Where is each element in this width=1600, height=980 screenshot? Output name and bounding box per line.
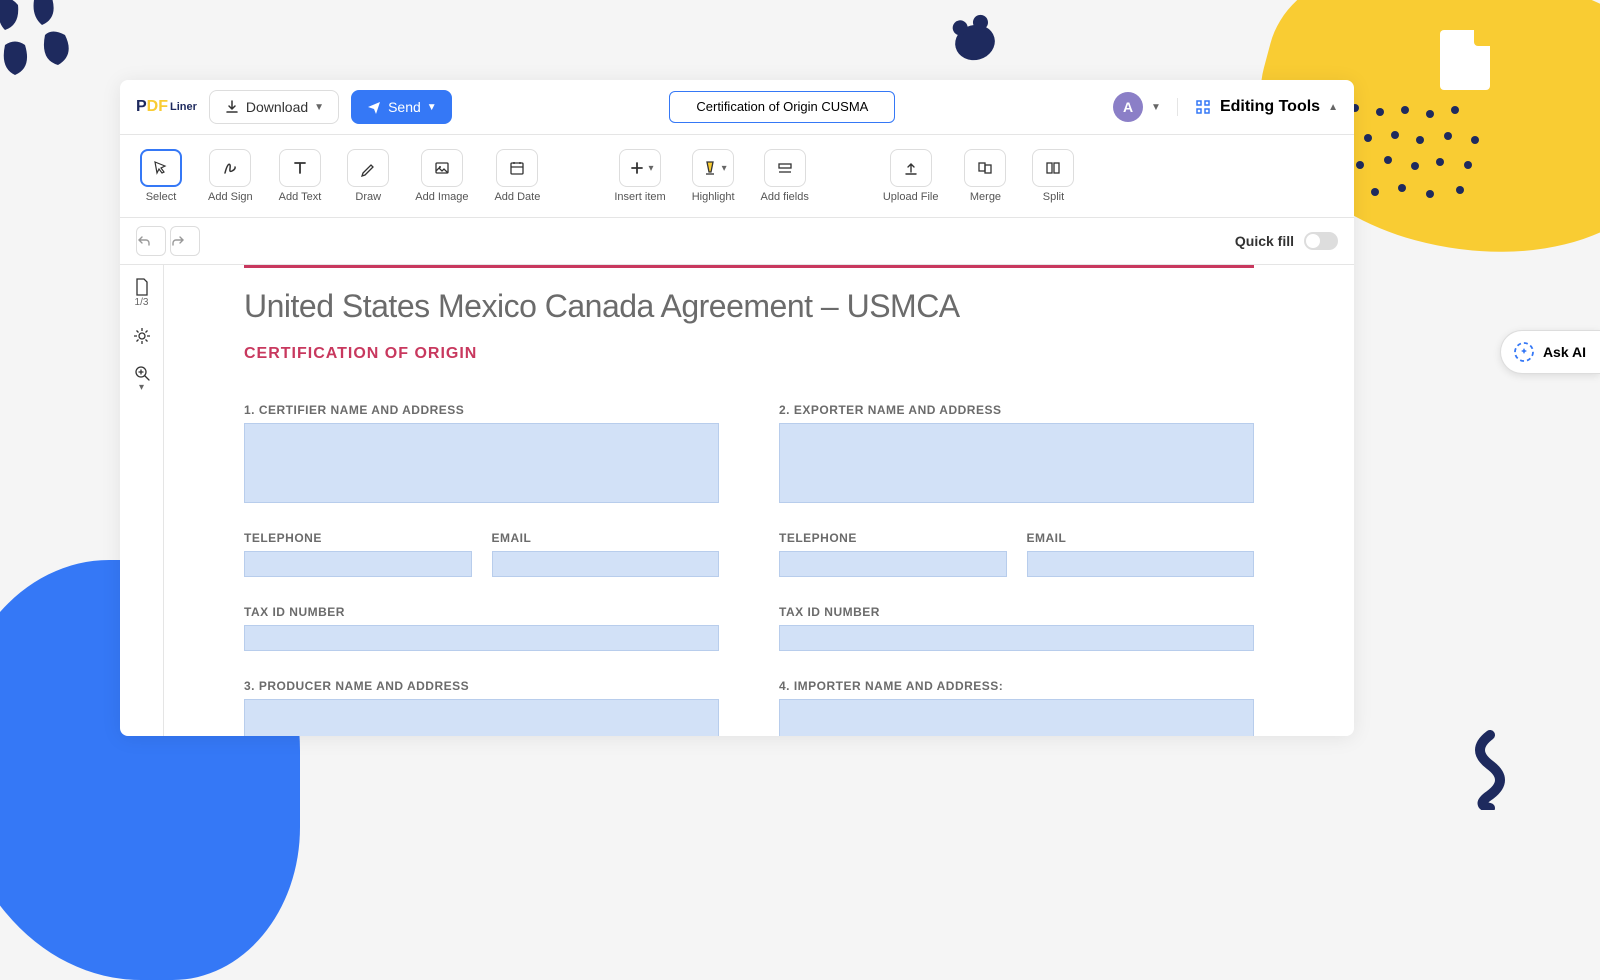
logo[interactable]: PDFLiner bbox=[136, 98, 197, 116]
plus-icon bbox=[627, 158, 647, 178]
producer-name-field[interactable] bbox=[244, 699, 719, 736]
chevron-down-icon: ▼ bbox=[427, 102, 437, 113]
editing-tools-toggle[interactable]: Editing Tools ▲ bbox=[1177, 98, 1338, 116]
page-icon bbox=[133, 277, 151, 297]
tool-add-date[interactable]: Add Date bbox=[490, 145, 544, 207]
draw-icon bbox=[358, 158, 378, 178]
undo-button[interactable] bbox=[136, 226, 166, 256]
certifier-taxid-label: TAX ID NUMBER bbox=[244, 605, 719, 619]
certifier-telephone-field[interactable] bbox=[244, 551, 472, 577]
gear-icon bbox=[132, 326, 152, 346]
exporter-email-label: EMAIL bbox=[1027, 531, 1255, 545]
select-icon bbox=[151, 158, 171, 178]
doc-subtitle: CERTIFICATION OF ORIGIN bbox=[244, 345, 1254, 363]
chevron-down-icon: ▼ bbox=[314, 102, 324, 113]
chevron-down-icon: ▾ bbox=[649, 163, 654, 174]
tool-add-fields[interactable]: Add fields bbox=[757, 145, 813, 207]
document-canvas[interactable]: United States Mexico Canada Agreement – … bbox=[164, 265, 1354, 736]
tool-insert-item[interactable]: ▾ Insert item bbox=[610, 145, 669, 207]
bg-blob-topleft bbox=[0, 0, 110, 90]
exporter-name-field[interactable] bbox=[779, 423, 1254, 503]
merge-icon bbox=[975, 158, 995, 178]
bg-squiggle bbox=[1460, 730, 1520, 810]
section2-label: 2. EXPORTER NAME AND ADDRESS bbox=[779, 403, 1254, 417]
tool-add-sign[interactable]: Add Sign bbox=[204, 145, 257, 207]
left-rail: 1/3 ▾ bbox=[120, 265, 164, 736]
send-icon bbox=[366, 99, 382, 115]
avatar[interactable]: A bbox=[1113, 92, 1143, 122]
bg-blob-paw bbox=[951, 20, 999, 64]
tool-highlight[interactable]: ▾ Highlight bbox=[688, 145, 739, 207]
pages-button[interactable]: 1/3 bbox=[133, 277, 151, 308]
doc-title: United States Mexico Canada Agreement – … bbox=[244, 288, 1254, 325]
upload-icon bbox=[901, 158, 921, 178]
exporter-taxid-field[interactable] bbox=[779, 625, 1254, 651]
undo-icon bbox=[137, 234, 151, 248]
quickfill-label: Quick fill bbox=[1235, 233, 1294, 249]
highlight-icon bbox=[700, 158, 720, 178]
redo-button[interactable] bbox=[170, 226, 200, 256]
section1-label: 1. CERTIFIER NAME AND ADDRESS bbox=[244, 403, 719, 417]
split-icon bbox=[1043, 158, 1063, 178]
send-button[interactable]: Send ▼ bbox=[351, 90, 452, 124]
redo-icon bbox=[171, 234, 185, 248]
tool-merge[interactable]: Merge bbox=[960, 145, 1010, 207]
ai-sparkle-icon bbox=[1513, 341, 1535, 363]
tool-select[interactable]: Select bbox=[136, 145, 186, 207]
certifier-name-field[interactable] bbox=[244, 423, 719, 503]
chevron-up-icon: ▲ bbox=[1328, 102, 1338, 113]
document-name-field[interactable] bbox=[669, 91, 895, 123]
header: PDFLiner Download ▼ Send ▼ A ▼ Editing T… bbox=[120, 80, 1354, 135]
download-button[interactable]: Download ▼ bbox=[209, 90, 339, 124]
chevron-down-icon: ▾ bbox=[139, 382, 144, 393]
zoom-icon bbox=[133, 364, 151, 382]
doc-divider bbox=[244, 265, 1254, 268]
settings-button[interactable] bbox=[132, 326, 152, 346]
section4-label: 4. IMPORTER NAME AND ADDRESS: bbox=[779, 679, 1254, 693]
tool-add-text[interactable]: Add Text bbox=[275, 145, 326, 207]
image-icon bbox=[432, 158, 452, 178]
tool-add-image[interactable]: Add Image bbox=[411, 145, 472, 207]
exporter-telephone-label: TELEPHONE bbox=[779, 531, 1007, 545]
date-icon bbox=[507, 158, 527, 178]
section3-label: 3. PRODUCER NAME AND ADDRESS bbox=[244, 679, 719, 693]
quickfill-toggle[interactable] bbox=[1304, 232, 1338, 250]
body: 1/3 ▾ United States Mexico Canada Agreem… bbox=[120, 265, 1354, 736]
toolbar: Select Add Sign Add Text Draw Add Image … bbox=[120, 135, 1354, 218]
certifier-email-field[interactable] bbox=[492, 551, 720, 577]
ask-ai-button[interactable]: Ask AI bbox=[1500, 330, 1600, 374]
certifier-taxid-field[interactable] bbox=[244, 625, 719, 651]
tool-draw[interactable]: Draw bbox=[343, 145, 393, 207]
certifier-telephone-label: TELEPHONE bbox=[244, 531, 472, 545]
text-icon bbox=[290, 158, 310, 178]
exporter-telephone-field[interactable] bbox=[779, 551, 1007, 577]
app-window: PDFLiner Download ▼ Send ▼ A ▼ Editing T… bbox=[120, 80, 1354, 736]
importer-name-field[interactable] bbox=[779, 699, 1254, 736]
sign-icon bbox=[220, 158, 240, 178]
bg-pdf-icon bbox=[1440, 30, 1490, 90]
tool-upload-file[interactable]: Upload File bbox=[879, 145, 943, 207]
editing-tools-icon bbox=[1194, 98, 1212, 116]
subheader: Quick fill bbox=[120, 218, 1354, 265]
zoom-button[interactable]: ▾ bbox=[133, 364, 151, 393]
avatar-chevron-icon[interactable]: ▼ bbox=[1151, 102, 1161, 113]
certifier-email-label: EMAIL bbox=[492, 531, 720, 545]
chevron-down-icon: ▾ bbox=[722, 163, 727, 174]
exporter-email-field[interactable] bbox=[1027, 551, 1255, 577]
fields-icon bbox=[775, 158, 795, 178]
download-icon bbox=[224, 99, 240, 115]
exporter-taxid-label: TAX ID NUMBER bbox=[779, 605, 1254, 619]
document-name-input[interactable] bbox=[682, 99, 882, 114]
tool-split[interactable]: Split bbox=[1028, 145, 1078, 207]
